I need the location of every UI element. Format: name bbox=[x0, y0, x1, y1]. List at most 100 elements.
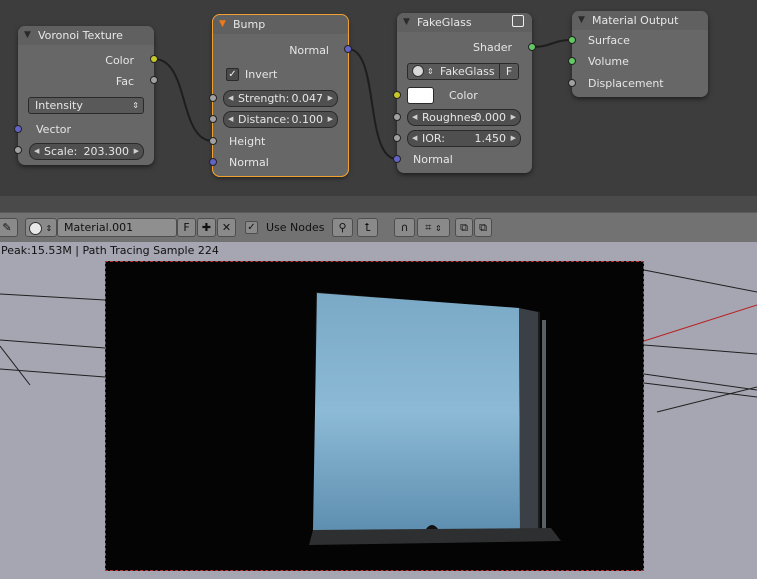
increment-arrow-icon[interactable]: ▶ bbox=[328, 91, 333, 106]
coloring-dropdown[interactable]: Intensity ⇕ bbox=[28, 97, 144, 114]
bump-normal-input-socket[interactable] bbox=[209, 158, 217, 166]
output-volume-input-socket[interactable] bbox=[568, 57, 576, 65]
input-volume-label: Volume bbox=[588, 55, 629, 68]
camera-frame bbox=[105, 261, 644, 571]
fakeglass-node[interactable]: ▼ FakeGlass Shader ⇕ FakeGlass F Color ◀… bbox=[397, 13, 532, 173]
decrement-arrow-icon[interactable]: ◀ bbox=[34, 144, 39, 159]
editor-type-button[interactable]: ✎ bbox=[0, 218, 18, 237]
coloring-value: Intensity bbox=[35, 99, 83, 112]
roughness-label: Roughnes: bbox=[422, 111, 480, 124]
node-editor-header: ✎ ⇕ Material.001 F ✚ ✕ ✓ Use Nodes ⚲ ⮤ ∩… bbox=[0, 212, 757, 243]
group-name[interactable]: FakeGlass bbox=[440, 64, 495, 79]
browse-arrows-icon: ⇕ bbox=[45, 224, 53, 233]
fakeglass-node-header[interactable]: ▼ FakeGlass bbox=[397, 13, 532, 32]
bump-distance-input-socket[interactable] bbox=[209, 115, 217, 123]
node-group-selector[interactable]: ⇕ FakeGlass F bbox=[407, 63, 519, 80]
rendered-window bbox=[309, 292, 561, 545]
snap-toggle-button[interactable]: ∩ bbox=[394, 218, 415, 237]
node-title: Bump bbox=[233, 18, 266, 31]
snap-element-dropdown[interactable]: ⌗ ⇕ bbox=[417, 218, 450, 237]
material-output-node-header[interactable]: ▼ Material Output bbox=[572, 11, 708, 30]
bump-strength-input-socket[interactable] bbox=[209, 94, 217, 102]
distance-value: 0.100 bbox=[291, 113, 324, 126]
editor-divider[interactable] bbox=[0, 196, 757, 213]
fake-user-button[interactable]: F bbox=[177, 218, 196, 237]
plus-icon: ✚ bbox=[201, 221, 212, 234]
node-group-icon[interactable] bbox=[512, 15, 524, 27]
material-output-node[interactable]: ▼ Material Output Surface Volume Displac… bbox=[572, 11, 708, 97]
strength-field[interactable]: ◀ Strength: 0.047 ▶ bbox=[223, 90, 338, 107]
increment-arrow-icon[interactable]: ▶ bbox=[511, 110, 516, 125]
collapse-arrow-icon[interactable]: ▼ bbox=[219, 15, 226, 34]
pencil-icon: ✎ bbox=[2, 221, 12, 234]
decrement-arrow-icon[interactable]: ◀ bbox=[228, 91, 233, 106]
unlink-material-button[interactable]: ✕ bbox=[217, 218, 236, 237]
output-fac-label: Fac bbox=[115, 75, 134, 88]
collapse-arrow-icon[interactable]: ▼ bbox=[24, 26, 31, 45]
fakeglass-roughness-input-socket[interactable] bbox=[393, 113, 401, 121]
input-color-label: Color bbox=[449, 89, 478, 102]
ior-field[interactable]: ◀ IOR: 1.450 ▶ bbox=[407, 130, 521, 147]
bump-normal-output-socket[interactable] bbox=[344, 45, 352, 53]
fakeglass-color-input-socket[interactable] bbox=[393, 91, 401, 99]
node-title: FakeGlass bbox=[417, 16, 472, 29]
paste-nodes-button[interactable]: ⧉ bbox=[474, 218, 492, 237]
bump-height-input-socket[interactable] bbox=[209, 137, 217, 145]
copy-icon: ⧉ bbox=[460, 221, 468, 234]
close-icon: ✕ bbox=[221, 221, 232, 234]
voronoi-vector-input-socket[interactable] bbox=[14, 125, 22, 133]
fakeglass-shader-output-socket[interactable] bbox=[528, 43, 536, 51]
roughness-field[interactable]: ◀ Roughnes: 0.000 ▶ bbox=[407, 109, 521, 126]
fakeglass-normal-input-socket[interactable] bbox=[393, 155, 401, 163]
voronoi-node-header[interactable]: ▼ Voronoi Texture bbox=[18, 26, 154, 45]
collapse-arrow-icon[interactable]: ▼ bbox=[403, 13, 410, 32]
material-browse-button[interactable]: ⇕ bbox=[25, 218, 57, 237]
increment-arrow-icon[interactable]: ▶ bbox=[134, 144, 139, 159]
voronoi-texture-node[interactable]: ▼ Voronoi Texture Color Fac Intensity ⇕ … bbox=[18, 26, 154, 165]
go-parent-button[interactable]: ⮤ bbox=[357, 218, 378, 237]
node-editor[interactable]: ▼ Voronoi Texture Color Fac Intensity ⇕ … bbox=[0, 0, 757, 196]
increment-arrow-icon[interactable]: ▶ bbox=[511, 131, 516, 146]
output-shader-label: Shader bbox=[473, 41, 512, 54]
grid-snap-icon: ⌗ bbox=[425, 221, 432, 234]
distance-field[interactable]: ◀ Distance: 0.100 ▶ bbox=[223, 111, 338, 128]
node-title: Material Output bbox=[592, 14, 679, 27]
bump-node-header[interactable]: ▼ Bump bbox=[213, 15, 348, 34]
voronoi-scale-input-socket[interactable] bbox=[14, 146, 22, 154]
new-material-button[interactable]: ✚ bbox=[197, 218, 216, 237]
voronoi-color-output-socket[interactable] bbox=[150, 55, 158, 63]
color-swatch[interactable] bbox=[407, 87, 434, 104]
scale-field[interactable]: ◀ Scale: 203.300 ▶ bbox=[29, 143, 144, 160]
pin-button[interactable]: ⚲ bbox=[332, 218, 353, 237]
rendered-viewport[interactable] bbox=[0, 242, 757, 579]
copy-nodes-button[interactable]: ⧉ bbox=[455, 218, 473, 237]
browse-arrows-icon[interactable]: ⇕ bbox=[427, 64, 434, 79]
parent-node-tree-icon: ⮤ bbox=[364, 221, 371, 234]
input-normal-label: Normal bbox=[229, 156, 269, 169]
output-normal-label: Normal bbox=[289, 44, 329, 57]
ior-value: 1.450 bbox=[474, 132, 507, 145]
fake-user-button[interactable]: F bbox=[499, 63, 518, 80]
invert-checkbox[interactable]: ✓ bbox=[226, 68, 239, 81]
scale-value: 203.300 bbox=[83, 145, 130, 158]
bump-node[interactable]: ▼ Bump Normal ✓ Invert ◀ Strength: 0.047… bbox=[212, 14, 349, 177]
output-surface-input-socket[interactable] bbox=[568, 36, 576, 44]
ior-label: IOR: bbox=[422, 132, 445, 145]
material-sphere-icon bbox=[29, 221, 42, 235]
material-name-field[interactable]: Material.001 bbox=[57, 218, 177, 237]
invert-label: Invert bbox=[245, 68, 278, 81]
render-status-text: Peak:15.53M | Path Tracing Sample 224 bbox=[1, 244, 219, 257]
collapse-arrow-icon[interactable]: ▼ bbox=[578, 11, 585, 30]
distance-label: Distance: bbox=[238, 113, 290, 126]
output-displacement-input-socket[interactable] bbox=[568, 79, 576, 87]
fakeglass-ior-input-socket[interactable] bbox=[393, 134, 401, 142]
use-nodes-checkbox[interactable]: ✓ bbox=[245, 221, 258, 234]
strength-label: Strength: bbox=[238, 92, 290, 105]
decrement-arrow-icon[interactable]: ◀ bbox=[412, 131, 417, 146]
roughness-value: 0.000 bbox=[474, 111, 507, 124]
increment-arrow-icon[interactable]: ▶ bbox=[328, 112, 333, 127]
voronoi-fac-output-socket[interactable] bbox=[150, 76, 158, 84]
decrement-arrow-icon[interactable]: ◀ bbox=[228, 112, 233, 127]
decrement-arrow-icon[interactable]: ◀ bbox=[412, 110, 417, 125]
input-surface-label: Surface bbox=[588, 34, 630, 47]
